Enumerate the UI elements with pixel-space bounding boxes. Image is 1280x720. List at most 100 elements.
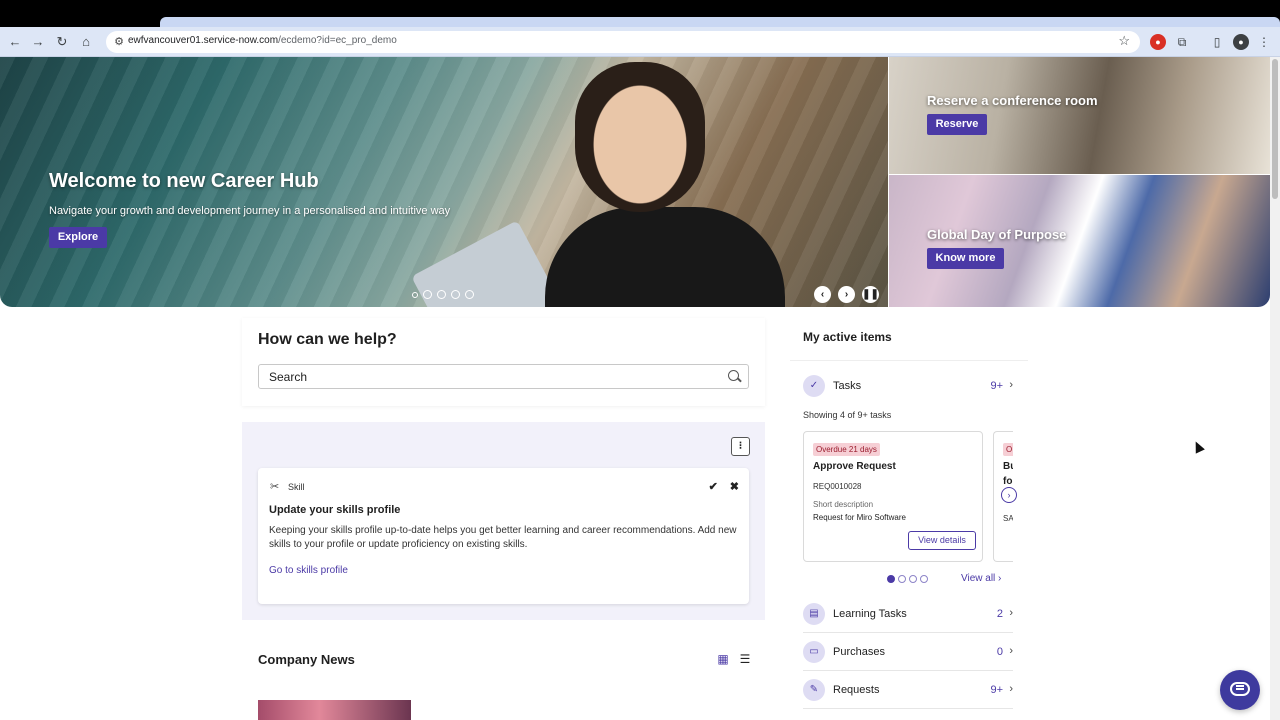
carousel-dot[interactable]: [465, 290, 474, 299]
card-actions: ✔ ✖: [709, 480, 739, 493]
active-items-title: My active items: [803, 330, 892, 344]
purchases-row[interactable]: ▭ Purchases 0 ›: [803, 641, 1013, 663]
carousel-dot[interactable]: [423, 290, 432, 299]
url-path: /ecdemo?id=ec_pro_demo: [278, 35, 397, 46]
pager-dot[interactable]: [898, 575, 906, 583]
row-count: 0: [996, 646, 1003, 658]
list-view-icon[interactable]: ☰: [738, 652, 752, 666]
task-pager: [887, 575, 928, 583]
hero-title: Welcome to new Career Hub: [49, 170, 319, 192]
reload-icon[interactable]: ↻: [54, 34, 70, 50]
promo-global-day: Global Day of Purpose Know more: [889, 175, 1270, 307]
search-input[interactable]: [259, 365, 719, 388]
help-title: How can we help?: [258, 331, 397, 348]
row-count: 9+: [990, 684, 1003, 696]
side-panel-icon[interactable]: ▯: [1209, 34, 1225, 50]
hero-figure-head: [575, 62, 705, 212]
site-info-icon[interactable]: ⚙: [112, 35, 126, 49]
carousel-indicators: [412, 290, 474, 300]
view-all-label: View all: [961, 573, 996, 584]
todo-panel: ⁝ ✂ Skill ✔ ✖ Update your skills profile…: [242, 422, 765, 620]
carousel-dot[interactable]: [437, 290, 446, 299]
row-label: Purchases: [833, 646, 885, 658]
task-card: Overdue 21 days Approve Request REQ00100…: [803, 431, 983, 562]
pager-dot-active[interactable]: [887, 575, 895, 583]
news-thumbnail[interactable]: [258, 700, 411, 720]
requests-row[interactable]: ✎ Requests 9+ ›: [803, 679, 1013, 701]
reserve-button[interactable]: Reserve: [927, 114, 987, 135]
carousel-dot-active[interactable]: [451, 290, 460, 299]
puzzle-icon[interactable]: ⧉: [1174, 34, 1190, 50]
card-type-label: Skill: [288, 482, 305, 492]
profile-icon[interactable]: ●: [1233, 34, 1249, 50]
more-options-button[interactable]: ⁝: [731, 437, 750, 456]
promo-title: Global Day of Purpose: [927, 227, 1067, 242]
previous-icon[interactable]: ‹: [814, 286, 831, 303]
chevron-right-icon: ›: [1009, 379, 1013, 391]
next-icon[interactable]: ›: [838, 286, 855, 303]
check-icon[interactable]: ✔: [709, 480, 718, 493]
chevron-right-icon: ›: [1009, 645, 1013, 657]
explore-button[interactable]: Explore: [49, 227, 107, 248]
task-title: fo: [1003, 476, 1013, 487]
divider: [790, 360, 1028, 361]
pause-icon[interactable]: ❚❚: [862, 286, 879, 303]
tools-icon: ✂: [270, 481, 280, 493]
pager-dot[interactable]: [909, 575, 917, 583]
forward-icon[interactable]: →: [30, 34, 46, 50]
know-more-button[interactable]: Know more: [927, 248, 1004, 269]
skill-card-text: Keeping your skills profile up-to-date h…: [269, 525, 737, 550]
carousel-dot[interactable]: [412, 292, 418, 298]
help-search-card: How can we help?: [242, 318, 765, 406]
grid-view-icon[interactable]: ▦: [716, 652, 730, 666]
row-label: Tasks: [833, 380, 862, 392]
address-url[interactable]: ewfvancouver01.service-now.com/ecdemo?id…: [128, 35, 397, 46]
home-icon[interactable]: ⌂: [78, 34, 94, 50]
page-scrollbar[interactable]: [1270, 57, 1280, 720]
task-title: Approve Request: [813, 461, 896, 472]
tasks-row[interactable]: ✓ Tasks 9+ ›: [803, 375, 1013, 397]
divider: [803, 670, 1013, 671]
chevron-right-icon: ›: [1009, 607, 1013, 619]
back-icon[interactable]: ←: [7, 34, 23, 50]
chevron-right-icon[interactable]: ›: [1001, 487, 1017, 503]
book-icon: ▤: [803, 603, 825, 625]
search-icon[interactable]: [728, 370, 739, 381]
row-label: Learning Tasks: [833, 608, 907, 620]
cart-icon: ▭: [803, 641, 825, 663]
task-title: Bu: [1003, 461, 1013, 472]
learning-tasks-row[interactable]: ▤ Learning Tasks 2 ›: [803, 603, 1013, 625]
row-label: Requests: [833, 684, 880, 696]
skill-card-title: Update your skills profile: [269, 504, 401, 516]
browser-toolbar: ← → ↻ ⌂ ⚙ ewfvancouver01.service-now.com…: [0, 27, 1280, 57]
bookmark-star-icon[interactable]: ☆: [1118, 33, 1130, 49]
view-details-button[interactable]: View details: [908, 531, 976, 550]
row-count: 9+: [990, 380, 1003, 392]
address-bar[interactable]: ⚙ ewfvancouver01.service-now.com/ecdemo?…: [106, 31, 1140, 53]
close-icon[interactable]: ✖: [730, 480, 739, 493]
search-box[interactable]: [258, 364, 749, 389]
news-title: Company News: [258, 652, 355, 667]
window-titlebar: [0, 0, 1280, 27]
skills-profile-link[interactable]: Go to skills profile: [269, 565, 348, 576]
tab-strip[interactable]: [160, 17, 1280, 27]
url-host: ewfvancouver01.service-now.com: [128, 35, 279, 46]
menu-icon[interactable]: ⋮: [1256, 34, 1272, 50]
overdue-badge: Overdue 21 days: [813, 443, 880, 456]
overdue-badge: O: [1003, 443, 1013, 456]
scrollbar-thumb[interactable]: [1272, 59, 1278, 199]
view-all-link[interactable]: View all ›: [961, 573, 1001, 584]
task-check-icon: ✓: [803, 375, 825, 397]
row-count: 2: [996, 608, 1003, 620]
pager-dot[interactable]: [920, 575, 928, 583]
extension-icon[interactable]: ●: [1150, 34, 1166, 50]
task-number: SA: [1003, 514, 1013, 523]
task-number: REQ0010028: [813, 482, 862, 491]
active-items-panel: My active items ✓ Tasks 9+ › Showing 4 o…: [790, 318, 1028, 720]
promo-conference-room: Reserve a conference room Reserve: [889, 57, 1270, 174]
tasks-showing-text: Showing 4 of 9+ tasks: [803, 410, 892, 420]
chat-button[interactable]: [1220, 670, 1260, 710]
edit-icon: ✎: [803, 679, 825, 701]
hero-banner: Welcome to new Career Hub Navigate your …: [0, 57, 888, 307]
chat-icon: [1230, 682, 1250, 696]
